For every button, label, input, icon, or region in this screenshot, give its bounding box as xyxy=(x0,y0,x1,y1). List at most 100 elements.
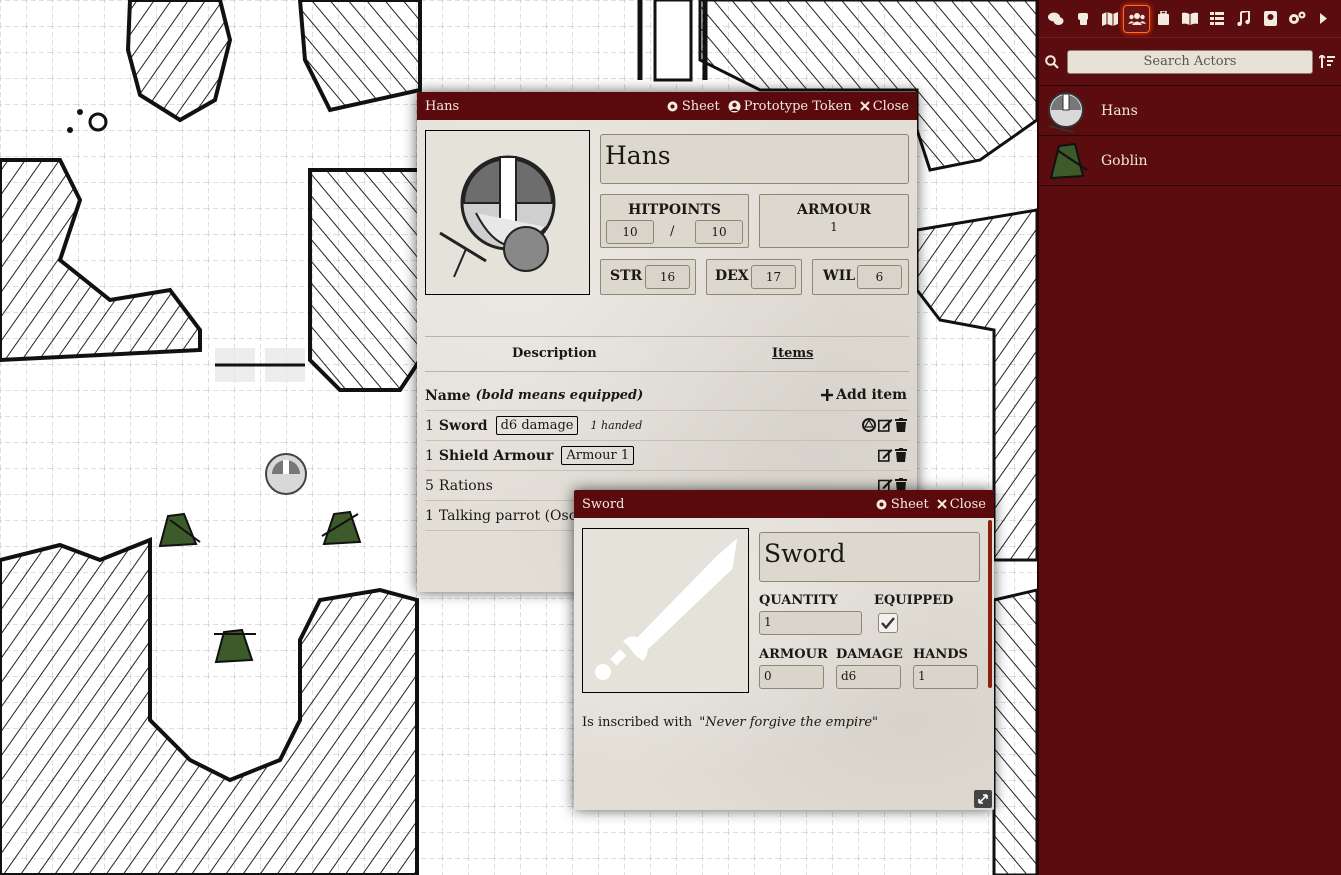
user-circle-icon xyxy=(728,100,741,112)
token-hans xyxy=(265,453,307,495)
item-sheet-window: Sword Sheet Close Sword QUANTITY 1 EQUIP… xyxy=(574,490,994,810)
add-item-label: Add item xyxy=(836,387,907,403)
sheet-config-button[interactable]: Sheet xyxy=(875,497,929,512)
book-open-icon xyxy=(1181,12,1198,25)
equipped-checkbox[interactable] xyxy=(878,613,898,633)
actor-portrait-hans xyxy=(1048,91,1084,133)
actor-portrait[interactable] xyxy=(425,130,590,295)
close-button[interactable]: Close xyxy=(859,99,909,114)
combat-tab[interactable] xyxy=(1070,5,1097,33)
scrollbar[interactable] xyxy=(988,520,992,688)
close-label: Close xyxy=(949,496,986,512)
item-name: Sword xyxy=(438,417,488,434)
prototype-token-label: Prototype Token xyxy=(743,98,852,114)
music-icon xyxy=(1237,11,1250,26)
attribute-label: STR xyxy=(610,268,643,284)
caret-right-icon xyxy=(1320,13,1328,24)
chat-icon xyxy=(1048,12,1064,25)
items-tab[interactable] xyxy=(1150,5,1177,33)
damage-label: DAMAGE xyxy=(836,647,903,662)
item-armour-tag: Armour 1 xyxy=(561,446,635,465)
tables-tab[interactable] xyxy=(1203,5,1230,33)
map-icon xyxy=(1101,11,1118,26)
armour-value: 1 xyxy=(830,220,838,234)
attribute-label: WIL xyxy=(823,268,856,284)
checkmark-icon xyxy=(881,617,895,629)
item-description[interactable]: Is inscribed with "Never forgive the emp… xyxy=(582,715,878,730)
settings-tab[interactable] xyxy=(1284,5,1311,33)
attribute-str: STR 16 xyxy=(600,259,696,295)
trash-icon[interactable] xyxy=(895,448,907,462)
combat-fist-icon xyxy=(1078,13,1089,25)
sheet-label: Sheet xyxy=(681,98,720,114)
item-sheet-body: Sword QUANTITY 1 EQUIPPED ARMOUR 0 DAMAG… xyxy=(574,518,994,810)
edit-icon[interactable] xyxy=(878,418,893,432)
window-header[interactable]: Hans Sheet Prototype Token Close xyxy=(417,92,917,120)
knight-portrait-image xyxy=(439,155,556,278)
edit-icon[interactable] xyxy=(878,448,893,462)
journal-tab[interactable] xyxy=(1177,5,1204,33)
close-icon xyxy=(936,499,947,509)
dice-icon[interactable] xyxy=(862,418,876,432)
sword-icon xyxy=(595,535,739,680)
hands-label: HANDS xyxy=(913,647,968,662)
armour-input[interactable]: 0 xyxy=(759,665,824,689)
items-header-row: Name (bold means equipped) Add item xyxy=(425,381,909,411)
actor-name-field[interactable]: Hans xyxy=(600,134,909,184)
scenes-tab[interactable] xyxy=(1096,5,1123,33)
quantity-label: QUANTITY xyxy=(759,593,838,608)
equipped-label: EQUIPPED xyxy=(874,593,954,608)
items-name-header: Name xyxy=(425,387,471,404)
items-hint: (bold means equipped) xyxy=(475,388,644,403)
resize-handle[interactable] xyxy=(974,790,992,808)
search-actors-input[interactable] xyxy=(1067,49,1313,74)
actor-name: Hans xyxy=(1101,102,1138,119)
attribute-input[interactable]: 16 xyxy=(645,265,690,289)
attribute-input[interactable]: 6 xyxy=(857,265,902,289)
item-qty: 5 xyxy=(425,477,434,494)
add-item-button[interactable]: Add item xyxy=(821,387,907,403)
attribute-wil: WIL 6 xyxy=(812,259,909,295)
collapse-sidebar-button[interactable] xyxy=(1310,5,1337,33)
settings-gears-icon xyxy=(1288,11,1306,24)
expand-icon xyxy=(978,794,988,804)
playlists-tab[interactable] xyxy=(1230,5,1257,33)
hitpoints-max-input[interactable]: 10 xyxy=(695,220,743,244)
hitpoints-separator: / xyxy=(670,224,675,239)
compendium-tab[interactable] xyxy=(1257,5,1284,33)
actor-entry-hans[interactable]: Hans xyxy=(1039,86,1341,136)
tab-items[interactable]: Items xyxy=(772,346,813,361)
list-table-icon xyxy=(1209,12,1224,25)
armour-box: ARMOUR 1 xyxy=(759,194,909,248)
sheet-config-button[interactable]: Sheet xyxy=(666,99,720,114)
item-name: Rations xyxy=(438,477,493,494)
window-header[interactable]: Sword Sheet Close xyxy=(574,490,994,518)
actor-entry-goblin[interactable]: Goblin xyxy=(1039,136,1341,186)
tab-description[interactable]: Description xyxy=(512,346,597,361)
item-hands-tag: 1 handed xyxy=(590,419,643,432)
item-image[interactable] xyxy=(582,528,749,693)
trash-icon[interactable] xyxy=(895,418,907,432)
sort-icon[interactable] xyxy=(1319,54,1335,69)
item-name: Shield Armour xyxy=(438,447,554,464)
chat-tab[interactable] xyxy=(1043,5,1070,33)
item-row-shield[interactable]: 1 Shield Armour Armour 1 xyxy=(425,441,909,471)
actor-portrait-goblin xyxy=(1049,142,1088,179)
attribute-input[interactable]: 17 xyxy=(751,265,796,289)
prototype-token-button[interactable]: Prototype Token xyxy=(728,99,852,114)
plus-icon xyxy=(821,389,834,401)
item-row-sword[interactable]: 1 Sword d6 damage 1 handed xyxy=(425,411,909,441)
damage-input[interactable]: d6 xyxy=(836,665,901,689)
window-title: Hans xyxy=(425,98,460,114)
actors-tab[interactable] xyxy=(1123,4,1150,33)
item-qty: 1 xyxy=(425,417,434,434)
close-button[interactable]: Close xyxy=(936,496,986,512)
hitpoints-current-input[interactable]: 10 xyxy=(606,220,654,244)
hands-input[interactable]: 1 xyxy=(913,665,978,689)
item-name-field[interactable]: Sword xyxy=(759,532,980,582)
sidebar: Hans Goblin xyxy=(1037,0,1341,875)
users-icon xyxy=(1127,13,1146,25)
hitpoints-box: HITPOINTS 10 / 10 xyxy=(600,194,749,248)
armour-label: ARMOUR xyxy=(759,647,828,662)
quantity-input[interactable]: 1 xyxy=(759,611,862,635)
